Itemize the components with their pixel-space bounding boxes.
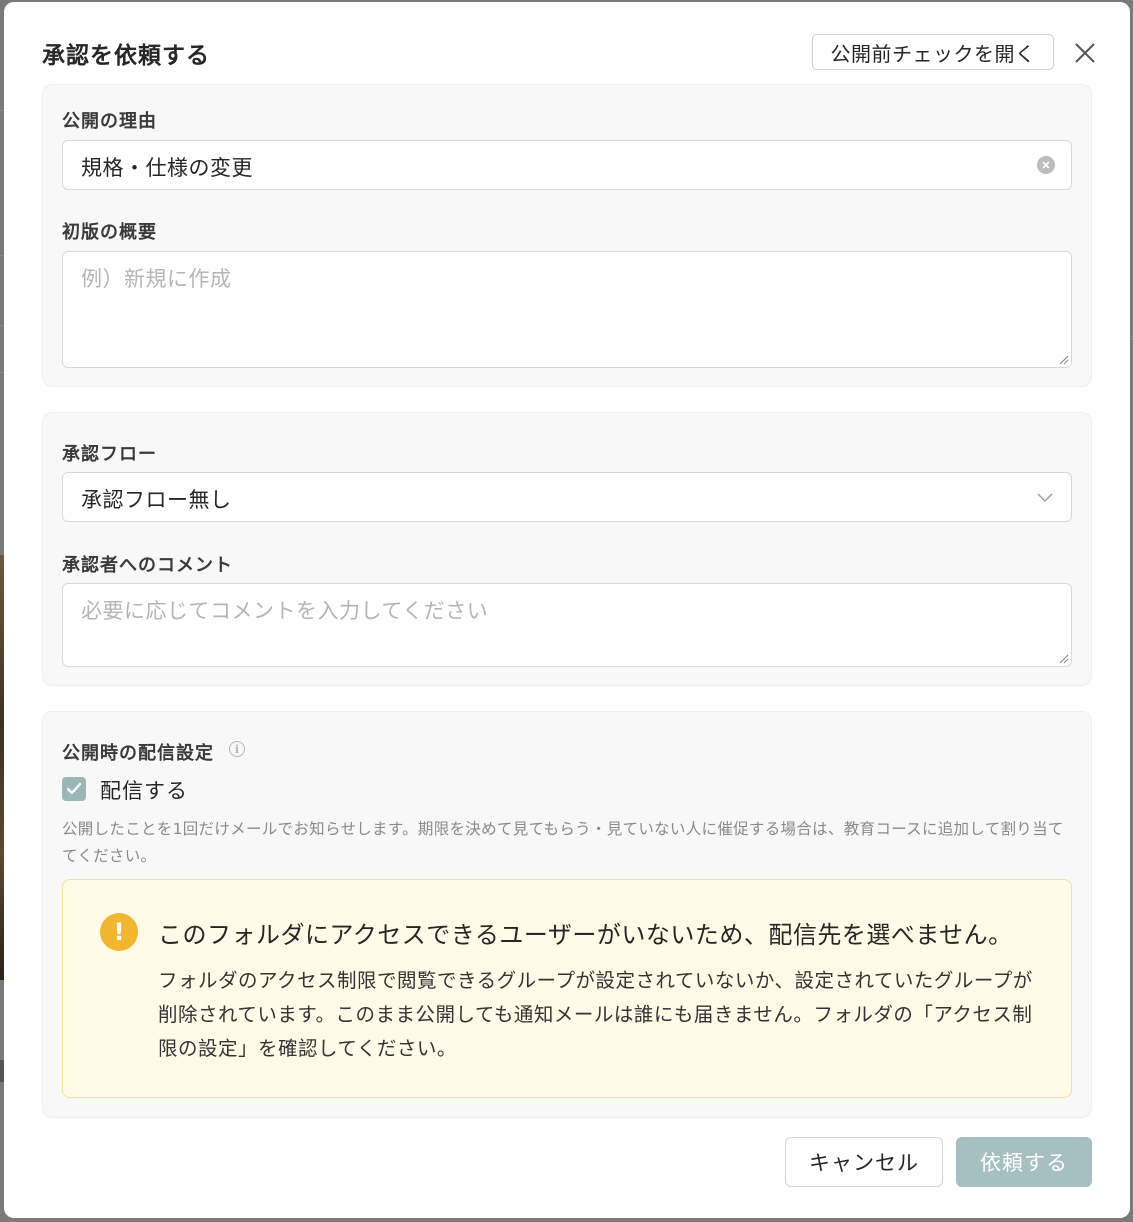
reason-label: 公開の理由 <box>62 111 157 132</box>
flow-label: 承認フロー <box>62 444 157 465</box>
publish-info-section: 公開の理由 規格・仕様の変更 初版の概要 例）新規に作成 <box>42 84 1092 387</box>
request-approval-dialog: 承認を依頼する 公開前チェックを開く 公開の理由 規格・仕様の変更 初版の概要 … <box>4 2 1130 1218</box>
info-icon[interactable]: i <box>229 741 245 757</box>
flow-selected-value: 承認フロー無し <box>81 488 232 512</box>
deliver-checkbox-label[interactable]: 配信する <box>100 775 188 805</box>
delivery-settings-section: 公開時の配信設定 i 配信する 公開したことを1回だけメールでお知らせします。期… <box>42 711 1092 1118</box>
delivery-help-text: 公開したことを1回だけメールでお知らせします。期限を決めて見てもらう・見ていない… <box>62 820 1064 865</box>
summary-placeholder: 例）新規に作成 <box>81 267 232 291</box>
check-icon <box>66 782 82 795</box>
comment-textarea[interactable]: 必要に応じてコメントを入力してください <box>62 583 1072 667</box>
resize-grip-icon[interactable] <box>1057 353 1069 365</box>
warning-body: フォルダのアクセス制限で閲覧できるグループが設定されていないか、設定されていたグ… <box>158 969 1033 1060</box>
warning-title: このフォルダにアクセスできるユーザーがいないため、配信先を選べません。 <box>158 921 1013 949</box>
open-precheck-button[interactable]: 公開前チェックを開く <box>812 34 1054 70</box>
no-recipients-warning: ! このフォルダにアクセスできるユーザーがいないため、配信先を選べません。 フォ… <box>62 879 1072 1098</box>
comment-placeholder: 必要に応じてコメントを入力してください <box>81 599 489 623</box>
summary-label: 初版の概要 <box>62 222 157 243</box>
close-icon <box>1075 43 1095 63</box>
cancel-button[interactable]: キャンセル <box>785 1137 943 1187</box>
reason-field[interactable]: 規格・仕様の変更 <box>62 140 1072 190</box>
resize-grip-icon[interactable] <box>1057 652 1069 664</box>
flow-select[interactable]: 承認フロー無し <box>62 472 1072 522</box>
delivery-label: 公開時の配信設定 <box>62 743 214 764</box>
submit-request-button[interactable]: 依頼する <box>956 1137 1092 1187</box>
comment-label: 承認者へのコメント <box>62 555 233 576</box>
dialog-title: 承認を依頼する <box>42 43 210 69</box>
clear-icon[interactable] <box>1037 156 1055 174</box>
approval-flow-section: 承認フロー 承認フロー無し 承認者へのコメント 必要に応じてコメントを入力してく… <box>42 412 1092 686</box>
deliver-checkbox[interactable] <box>62 777 86 801</box>
close-button[interactable] <box>1072 40 1098 66</box>
reason-value: 規格・仕様の変更 <box>81 156 253 180</box>
chevron-down-icon <box>1037 493 1053 502</box>
warning-icon: ! <box>100 913 138 951</box>
summary-textarea[interactable]: 例）新規に作成 <box>62 251 1072 368</box>
